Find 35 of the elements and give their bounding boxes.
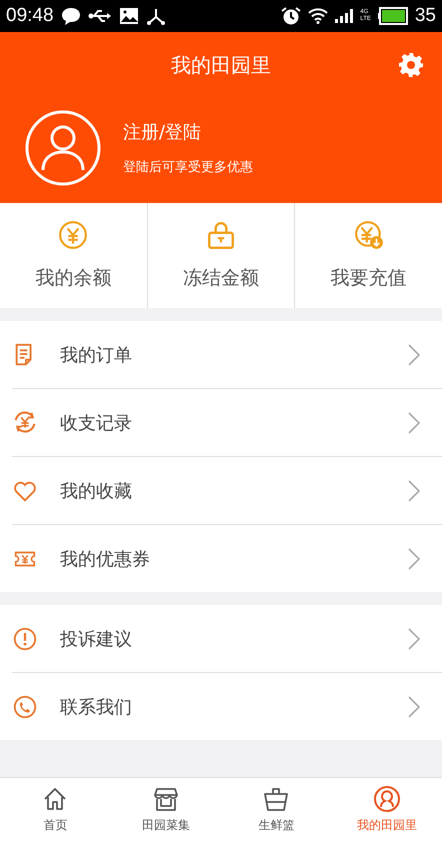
battery-icon xyxy=(378,7,408,25)
wifi-icon xyxy=(308,8,328,24)
menu-item[interactable]: 联系我们 xyxy=(60,694,386,718)
status-time: 09:48 xyxy=(6,5,54,27)
menu-item[interactable]: 收支记录 xyxy=(60,410,386,434)
chevron-icon xyxy=(408,412,420,434)
padlock-icon xyxy=(206,220,236,250)
share-nodes-icon xyxy=(146,7,166,25)
storefront-icon xyxy=(152,785,180,813)
image-icon xyxy=(118,7,139,25)
signal-icon xyxy=(335,9,354,23)
avatar-icon[interactable] xyxy=(25,110,101,186)
basket-icon xyxy=(262,785,290,813)
menu-item[interactable]: 我的订单 xyxy=(60,342,386,366)
chevron-icon xyxy=(408,344,420,366)
chat-bubble-icon xyxy=(60,7,81,25)
chevron-icon xyxy=(408,628,420,650)
yen-download-icon xyxy=(354,220,384,250)
login-hint: 登陆后可享受更多优惠 xyxy=(123,159,253,176)
battery-percent: 35 xyxy=(414,5,436,27)
user-circle-icon xyxy=(372,785,401,813)
yen-coin-icon xyxy=(58,220,88,250)
exclamation-icon xyxy=(12,626,38,652)
yen-cycle-icon xyxy=(12,410,38,436)
usb-icon xyxy=(88,9,112,23)
menu-item[interactable]: 投诉建议 xyxy=(60,626,386,650)
chevron-icon xyxy=(408,480,420,502)
menu-item[interactable]: 我的优惠券 xyxy=(60,546,386,570)
alarm-clock-icon xyxy=(281,6,302,26)
page-title: 我的田园里 xyxy=(171,52,271,78)
settings-icon[interactable] xyxy=(398,52,424,78)
menu-item[interactable]: 我的收藏 xyxy=(60,478,386,502)
chevron-icon xyxy=(408,696,420,718)
phone-icon xyxy=(12,694,38,720)
chevron-icon xyxy=(408,548,420,570)
